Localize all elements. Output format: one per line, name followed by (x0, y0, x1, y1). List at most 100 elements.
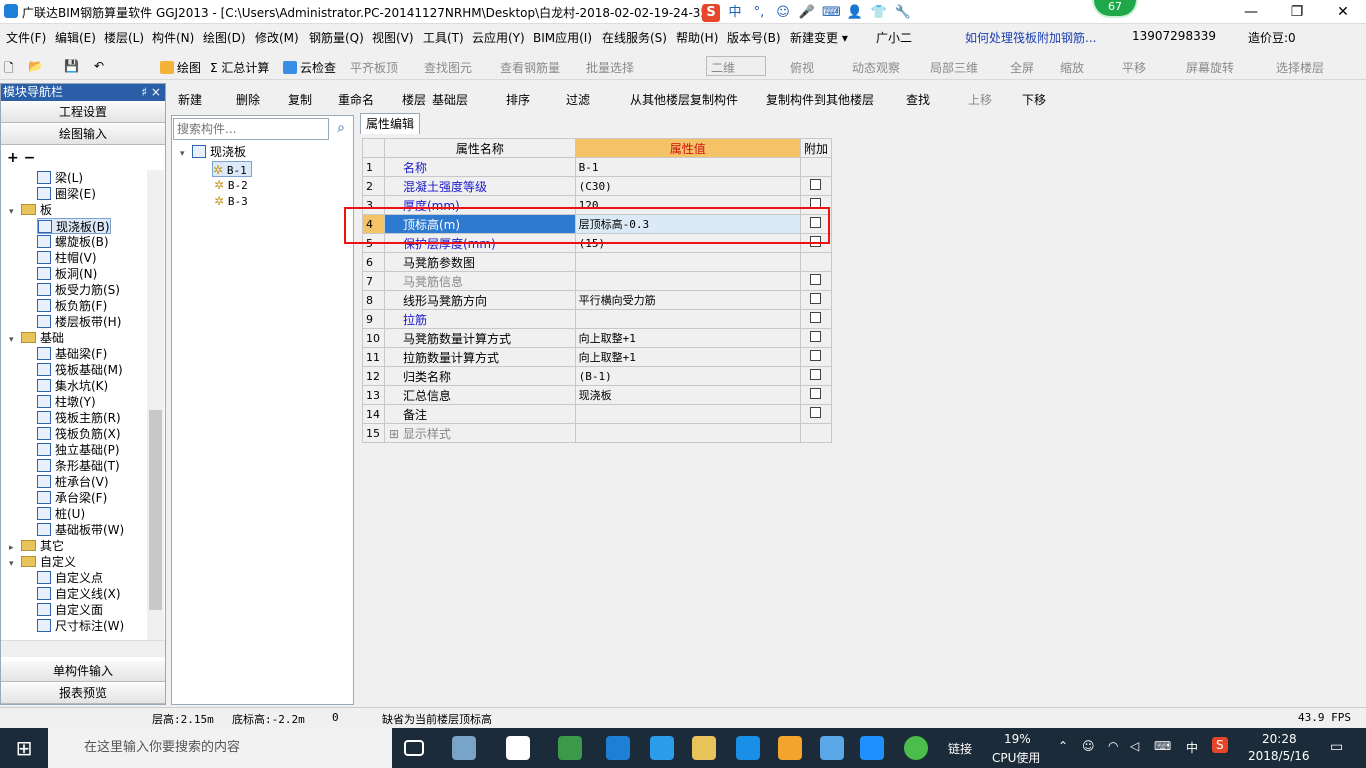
tree-item[interactable]: 集水坑(K) (37, 378, 108, 394)
emoji-icon[interactable]: ☺ (774, 4, 792, 22)
mic-icon[interactable]: 🎤 (798, 4, 816, 22)
copy-from-floor-button[interactable]: 从其他楼层复制构件 (630, 91, 738, 108)
tree-item[interactable]: 自定义点 (37, 570, 103, 586)
skin-icon[interactable]: 👕 (870, 4, 888, 22)
property-row[interactable]: 11 拉筋数量计算方式 向上取整+1 (362, 347, 833, 367)
property-value[interactable]: 现浇板 (574, 385, 801, 405)
component-item-b1[interactable]: ✲ B-1 (212, 161, 252, 177)
menu-modify[interactable]: 修改(M) (255, 29, 299, 46)
sogou-tray-icon[interactable]: S (1212, 737, 1228, 753)
collapse-icon[interactable]: ▾ (180, 146, 190, 162)
link-toolbar[interactable]: 链接 (948, 740, 972, 757)
tree-folder[interactable]: ▾ 板 (9, 202, 52, 218)
clock-time[interactable]: 20:28 (1262, 732, 1297, 746)
collapse-icon[interactable]: ▾ (9, 332, 19, 348)
property-row[interactable]: 5 保护层厚度(mm) (15) (362, 233, 833, 253)
top-view-button[interactable]: 俯视 (790, 59, 814, 76)
extra-checkbox[interactable] (810, 198, 822, 209)
property-row[interactable]: 2 混凝土强度等级 (C30) (362, 176, 833, 196)
menu-cloud[interactable]: 云应用(Y) (472, 29, 525, 46)
view-rebar-qty-button[interactable]: 查看钢筋量 (500, 59, 560, 76)
wifi-icon[interactable]: ◠ (1108, 739, 1118, 753)
menu-help[interactable]: 帮助(H) (676, 29, 718, 46)
property-value[interactable]: 向上取整+1 (574, 347, 801, 367)
volume-icon[interactable]: ◁ (1130, 739, 1139, 753)
copy-to-floor-button[interactable]: 复制构件到其他楼层 (766, 91, 874, 108)
property-value[interactable] (574, 309, 801, 329)
drawing-input-button[interactable]: 绘图输入 (1, 124, 165, 145)
tree-item[interactable]: 桩承台(V) (37, 474, 109, 490)
tree-item[interactable]: 独立基础(P) (37, 442, 120, 458)
tree-item[interactable]: 柱帽(V) (37, 250, 97, 266)
zoom-button[interactable]: 缩放 (1060, 59, 1084, 76)
local-3d-button[interactable]: 局部三维 (930, 59, 978, 76)
property-value[interactable]: (15) (574, 233, 801, 253)
delete-button[interactable]: 删除 (236, 91, 260, 108)
tree-item[interactable]: 自定义线(X) (37, 586, 121, 602)
edge-icon[interactable] (606, 736, 630, 760)
menu-rebar-qty[interactable]: 钢筋量(Q) (309, 29, 364, 46)
pin-close-icon[interactable]: ♯ × (141, 84, 161, 101)
screen-rotate-button[interactable]: 屏幕旋转 (1186, 59, 1234, 76)
property-value[interactable]: (B-1) (574, 366, 801, 386)
menu-bim[interactable]: BIM应用(I) (533, 29, 592, 46)
task-view-icon[interactable] (404, 740, 424, 756)
property-row[interactable]: 1 名称 B-1 (362, 157, 833, 177)
save-icon[interactable]: 💾 (64, 59, 79, 73)
keyboard-icon[interactable]: ⌨ (822, 4, 841, 22)
notification-badge[interactable]: 67 (1092, 0, 1138, 18)
sort-button[interactable]: 排序 (506, 91, 530, 108)
property-row[interactable]: 6 马凳筋参数图 (362, 252, 833, 272)
tree-folder[interactable]: ▸ 其它 (9, 538, 64, 554)
tree-item[interactable]: 板负筋(F) (37, 298, 107, 314)
extra-checkbox[interactable] (810, 179, 822, 190)
extra-checkbox[interactable] (810, 274, 822, 285)
menu-online[interactable]: 在线服务(S) (602, 29, 667, 46)
menu-draw[interactable]: 绘图(D) (203, 29, 246, 46)
menu-floor[interactable]: 楼层(L) (104, 29, 144, 46)
extra-checkbox[interactable] (810, 236, 822, 247)
menu-new-change[interactable]: 新建变更 ▾ (790, 29, 848, 46)
expand-collapse-icon[interactable]: + − (7, 150, 35, 166)
menu-view[interactable]: 视图(V) (372, 29, 414, 46)
tree-item[interactable]: 尺寸标注(W) (37, 618, 124, 634)
sogou-icon[interactable]: S (702, 4, 720, 22)
tree-item[interactable]: 圈梁(E) (37, 186, 96, 202)
fan-app-icon[interactable] (452, 736, 476, 760)
view-mode-select[interactable]: 二维 (706, 56, 766, 76)
punctuation-icon[interactable]: °, (750, 4, 768, 22)
select-floor-button[interactable]: 选择楼层 (1276, 59, 1324, 76)
ggj-app-icon[interactable] (860, 736, 884, 760)
property-value[interactable]: (C30) (574, 176, 801, 196)
new-component-button[interactable]: 新建 (178, 91, 202, 108)
extra-checkbox[interactable] (810, 407, 822, 418)
property-value[interactable]: 向上取整+1 (574, 328, 801, 348)
property-value[interactable] (574, 404, 801, 424)
file-explorer-icon[interactable] (692, 736, 716, 760)
floor-select[interactable]: 基础层 (432, 91, 468, 108)
tree-item[interactable]: 筏板负筋(X) (37, 426, 121, 442)
property-value[interactable]: 平行横向受力筋 (574, 290, 801, 310)
tree-vertical-scrollbar[interactable] (147, 170, 164, 640)
taskbar-search-input[interactable]: 在这里输入你要搜索的内容 (48, 728, 392, 768)
question-link[interactable]: 如何处理筏板附加钢筋... (965, 29, 1096, 46)
new-file-icon[interactable]: 🗋 (4, 59, 14, 80)
property-value[interactable] (574, 252, 801, 272)
property-row[interactable]: 3 厚度(mm) 120 (362, 195, 833, 215)
tree-item[interactable]: 梁(L) (37, 170, 83, 186)
windows-start-icon[interactable]: ⊞ (0, 728, 48, 768)
copy-button[interactable]: 复制 (288, 91, 312, 108)
phone-account[interactable]: 13907298339 (1132, 29, 1216, 43)
people-icon[interactable]: ☺ (1082, 739, 1095, 753)
scrollbar-thumb[interactable] (149, 410, 162, 610)
extra-checkbox[interactable] (810, 312, 822, 323)
summary-calc-button[interactable]: Σ 汇总计算 (210, 59, 269, 76)
close-button[interactable]: ✕ (1320, 0, 1366, 24)
tree-item[interactable]: 筏板主筋(R) (37, 410, 121, 426)
property-value[interactable]: 120 (574, 195, 801, 215)
component-item-b2[interactable]: ✲ B-2 (214, 177, 248, 193)
tree-item[interactable]: 基础梁(F) (37, 346, 107, 362)
tree-item[interactable]: 基础板带(W) (37, 522, 124, 538)
menu-component[interactable]: 构件(N) (152, 29, 194, 46)
extra-checkbox[interactable] (810, 369, 822, 380)
